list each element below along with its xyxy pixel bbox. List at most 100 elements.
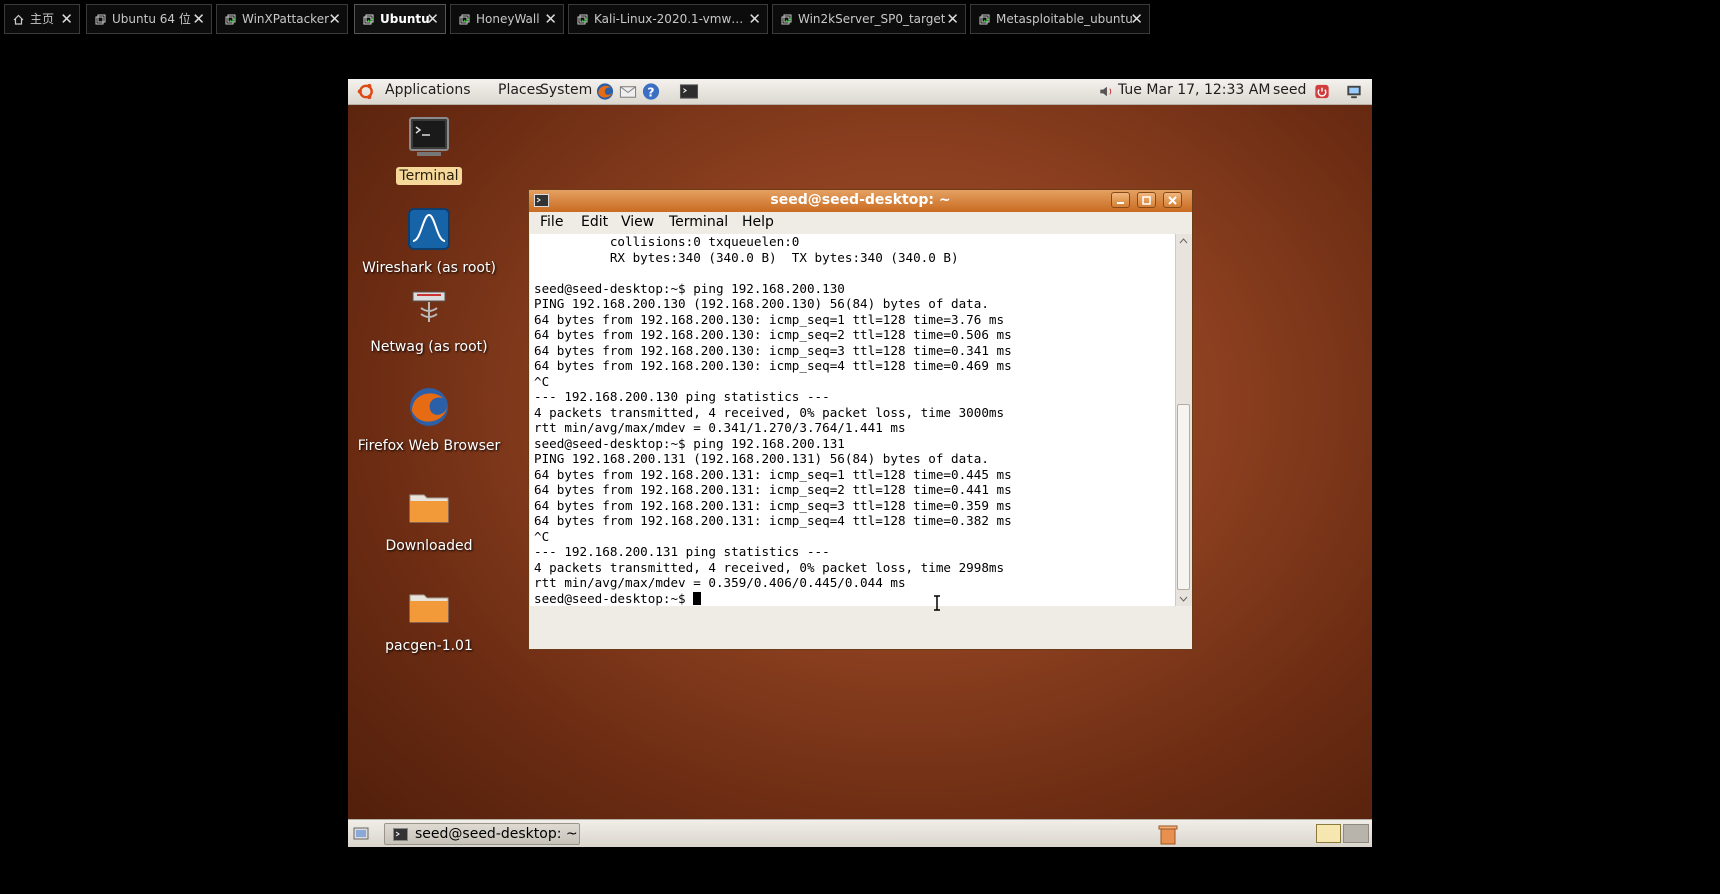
desktop-icon-pacgen[interactable]: pacgen-1.01 — [354, 585, 504, 655]
terminal-line: 4 packets transmitted, 4 received, 0% pa… — [534, 559, 1005, 575]
tab-label: HoneyWall — [476, 12, 540, 26]
system-menu[interactable]: System — [540, 82, 592, 98]
tab-label: Ubuntu — [380, 12, 430, 26]
vm-running-icon — [781, 14, 792, 25]
tab-label: WinXPattacker — [242, 12, 330, 26]
window-titlebar[interactable]: seed@seed-desktop: ~ — [529, 190, 1192, 212]
vm-running-icon — [363, 14, 374, 25]
tab-kali-linux[interactable]: Kali-Linux-2020.1-vmware-am... ✕ — [568, 4, 768, 34]
menu-view[interactable]: View — [621, 214, 654, 230]
terminal-menubar: File Edit View Terminal Help — [529, 212, 1192, 234]
terminal-line: 4 packets transmitted, 4 received, 0% pa… — [534, 404, 1005, 420]
scrollbar-thumb[interactable] — [1177, 404, 1190, 590]
terminal-line: 64 bytes from 192.168.200.130: icmp_seq=… — [534, 327, 1012, 342]
tab-ubuntu[interactable]: Ubuntu ✕ — [354, 4, 446, 34]
network-icon[interactable] — [1344, 82, 1364, 101]
terminal-line: seed@seed-desktop:~$ ping 192.168.200.13… — [534, 435, 845, 451]
desktop-icon-netwag[interactable]: Netwag (as root) — [354, 286, 504, 356]
vm-running-icon — [459, 14, 470, 25]
desktop-icon-downloaded[interactable]: Downloaded — [354, 485, 504, 555]
tab-honeywall[interactable]: HoneyWall ✕ — [450, 4, 564, 34]
tab-home[interactable]: 主页 ✕ — [4, 4, 80, 34]
terminal-icon — [409, 117, 449, 156]
scroll-down-icon[interactable] — [1179, 596, 1188, 603]
show-desktop-icon[interactable] — [352, 825, 370, 843]
desktop-icon-label: Terminal — [396, 167, 462, 185]
menu-edit[interactable]: Edit — [581, 214, 608, 230]
volume-icon[interactable] — [1096, 82, 1116, 101]
home-icon — [13, 14, 24, 25]
vm-running-icon — [225, 14, 236, 25]
tab-metasploitable[interactable]: Metasploitable_ubuntu ✕ — [970, 4, 1150, 34]
taskbar-terminal-button[interactable]: seed@seed-desktop: ~ — [384, 823, 580, 845]
terminal-window[interactable]: seed@seed-desktop: ~ File Edit View Term… — [528, 189, 1193, 650]
vm-running-icon — [577, 14, 588, 25]
tab-label: Win2kServer_SP0_target — [798, 12, 946, 26]
vm-screen[interactable]: Applications Places System ? Tue Mar 17,… — [348, 79, 1372, 847]
terminal-line: seed@seed-desktop:~$ ping 192.168.200.13… — [534, 280, 845, 296]
applications-menu[interactable]: Applications — [385, 82, 471, 98]
close-icon[interactable]: ✕ — [946, 5, 959, 33]
close-icon[interactable]: ✕ — [544, 5, 557, 33]
firefox-launcher-icon[interactable] — [595, 82, 615, 101]
terminal-line: 64 bytes from 192.168.200.131: icmp_seq=… — [534, 513, 1012, 528]
terminal-scrollbar[interactable] — [1175, 234, 1192, 606]
mail-launcher-icon[interactable] — [618, 82, 638, 101]
desktop-icon-terminal[interactable]: Terminal — [354, 115, 504, 185]
prompt-text: seed@seed-desktop:~$ — [534, 590, 694, 606]
tab-ubuntu-64[interactable]: Ubuntu 64 位 ✕ — [86, 4, 212, 34]
terminal-line: 64 bytes from 192.168.200.130: icmp_seq=… — [534, 358, 1012, 373]
workspace-1[interactable] — [1316, 824, 1341, 843]
terminal-line: 64 bytes from 192.168.200.131: icmp_seq=… — [534, 482, 1012, 497]
close-icon[interactable]: ✕ — [1130, 5, 1143, 33]
folder-icon — [409, 494, 449, 523]
desktop-icon-label: Netwag (as root) — [370, 339, 488, 355]
svg-text:?: ? — [647, 85, 654, 99]
close-button[interactable] — [1163, 192, 1182, 208]
close-icon[interactable]: ✕ — [192, 5, 205, 33]
help-launcher-icon[interactable]: ? — [641, 82, 661, 101]
menu-file[interactable]: File — [540, 214, 563, 230]
close-icon[interactable]: ✕ — [426, 5, 439, 33]
minimize-button[interactable] — [1111, 192, 1130, 208]
window-title: seed@seed-desktop: ~ — [770, 192, 951, 208]
desktop-icon-wireshark[interactable]: Wireshark (as root) — [354, 207, 504, 277]
shutdown-icon[interactable] — [1312, 82, 1332, 101]
scroll-up-icon[interactable] — [1179, 237, 1188, 244]
menu-terminal[interactable]: Terminal — [669, 214, 728, 230]
terminal-line: collisions:0 txqueuelen:0 — [534, 234, 800, 249]
ubuntu-logo-icon — [357, 83, 373, 100]
terminal-line: rtt min/avg/max/mdev = 0.359/0.406/0.445… — [534, 575, 906, 590]
top-panel: Applications Places System ? Tue Mar 17,… — [348, 79, 1372, 105]
user-name[interactable]: seed — [1273, 82, 1306, 98]
desktop-icon-label: Wireshark (as root) — [362, 260, 496, 276]
tab-win2kserver[interactable]: Win2kServer_SP0_target ✕ — [772, 4, 966, 34]
workspace-2[interactable] — [1343, 824, 1369, 843]
tab-winxpattacker[interactable]: WinXPattacker ✕ — [216, 4, 348, 34]
close-icon[interactable]: ✕ — [748, 5, 761, 33]
places-menu[interactable]: Places — [498, 82, 543, 98]
terminal-line: PING 192.168.200.130 (192.168.200.130) 5… — [534, 296, 989, 311]
cursor — [693, 591, 702, 605]
trash-icon[interactable] — [1158, 823, 1178, 845]
clock[interactable]: Tue Mar 17, 12:33 AM — [1118, 82, 1270, 98]
close-icon[interactable]: ✕ — [328, 5, 341, 33]
maximize-icon — [1142, 196, 1151, 205]
menu-help[interactable]: Help — [742, 214, 774, 230]
desktop-icon-label: Firefox Web Browser — [357, 438, 501, 454]
terminal-window-icon[interactable] — [534, 194, 549, 207]
terminal-output[interactable]: collisions:0 txqueuelen:0 RX bytes:340 (… — [530, 234, 1175, 606]
maximize-button[interactable] — [1137, 192, 1156, 208]
close-icon[interactable]: ✕ — [60, 5, 73, 33]
desktop-icon-label: Downloaded — [385, 538, 473, 554]
bottom-panel: seed@seed-desktop: ~ — [348, 819, 1372, 847]
desktop-icon-firefox[interactable]: Firefox Web Browser — [354, 385, 504, 455]
host-tab-bar: 主页 ✕ Ubuntu 64 位 ✕ WinXPattacker ✕ Ubunt… — [0, 0, 1720, 38]
close-icon — [1168, 196, 1177, 205]
vm-icon — [95, 14, 106, 25]
terminal-line: 64 bytes from 192.168.200.130: icmp_seq=… — [534, 342, 1012, 358]
terminal-prompt[interactable]: seed@seed-desktop:~$ — [530, 591, 1175, 607]
terminal-line: 64 bytes from 192.168.200.131: icmp_seq=… — [534, 497, 1012, 513]
terminal-launcher-icon[interactable] — [679, 82, 699, 101]
